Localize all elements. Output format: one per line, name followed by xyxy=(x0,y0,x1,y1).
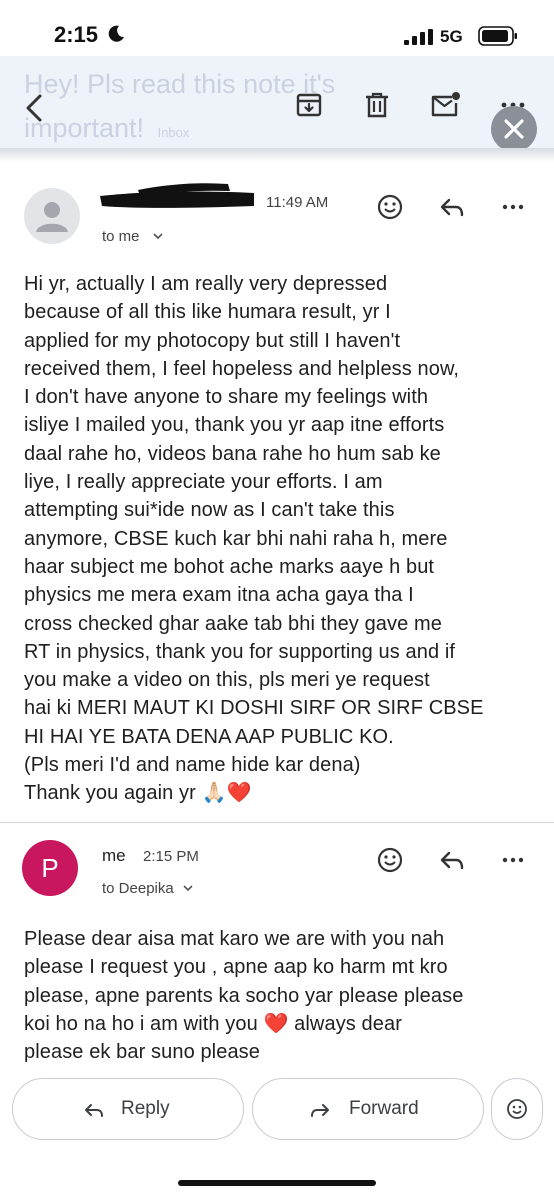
person-icon xyxy=(36,202,68,232)
signal-icon xyxy=(404,29,433,45)
recipient-label: to Deepika xyxy=(102,880,174,897)
reply-label: Reply xyxy=(121,1098,170,1119)
top-app-bar: Hey! Pls read this note it's important! … xyxy=(0,56,554,152)
forward-button[interactable]: Forward xyxy=(252,1078,484,1140)
recipient-details-toggle[interactable]: to me xyxy=(102,228,164,245)
message-divider xyxy=(0,822,554,823)
top-bar-shadow xyxy=(0,148,554,162)
reply-icon[interactable] xyxy=(437,192,467,222)
chevron-down-icon xyxy=(153,233,163,240)
emoji-icon xyxy=(507,1099,527,1119)
moon-icon xyxy=(108,25,124,42)
inbox-label: Inbox xyxy=(157,125,190,140)
reply-button[interactable]: Reply xyxy=(12,1078,244,1140)
recipient-label: to me xyxy=(102,228,140,245)
my-avatar: P xyxy=(22,840,78,896)
chevron-down-icon xyxy=(183,885,193,892)
recipient-details-toggle[interactable]: to Deepika xyxy=(102,880,194,897)
status-time: 2:15 xyxy=(54,22,99,47)
message-body: Hi yr, actually I am really very depress… xyxy=(24,273,484,805)
battery-icon xyxy=(478,26,517,46)
close-button[interactable] xyxy=(491,106,537,152)
network-label: 5G xyxy=(440,27,463,46)
message-more-icon[interactable] xyxy=(498,845,528,875)
close-icon xyxy=(504,119,524,139)
message-time: 11:49 AM xyxy=(266,194,329,211)
mark-unread-icon[interactable] xyxy=(428,88,462,122)
sender-name: me xyxy=(102,846,126,865)
message-more-icon[interactable] xyxy=(498,192,528,222)
message-body: Please dear aisa mat karo we are with yo… xyxy=(24,928,464,1064)
emoji-react-button[interactable] xyxy=(491,1078,543,1140)
emoji-react-icon[interactable] xyxy=(375,192,405,222)
back-arrow-icon[interactable] xyxy=(16,88,52,128)
forward-label: Forward xyxy=(349,1098,419,1119)
redacted-sender-name xyxy=(100,183,254,208)
forward-icon xyxy=(311,1104,329,1117)
sender-avatar xyxy=(24,188,80,244)
emoji-react-icon[interactable] xyxy=(375,845,405,875)
home-indicator[interactable] xyxy=(178,1180,376,1186)
trash-icon[interactable] xyxy=(360,88,394,122)
reply-icon[interactable] xyxy=(437,845,467,875)
message-time: 2:15 PM xyxy=(143,848,199,865)
reply-icon xyxy=(85,1104,103,1117)
archive-icon[interactable] xyxy=(292,88,326,122)
